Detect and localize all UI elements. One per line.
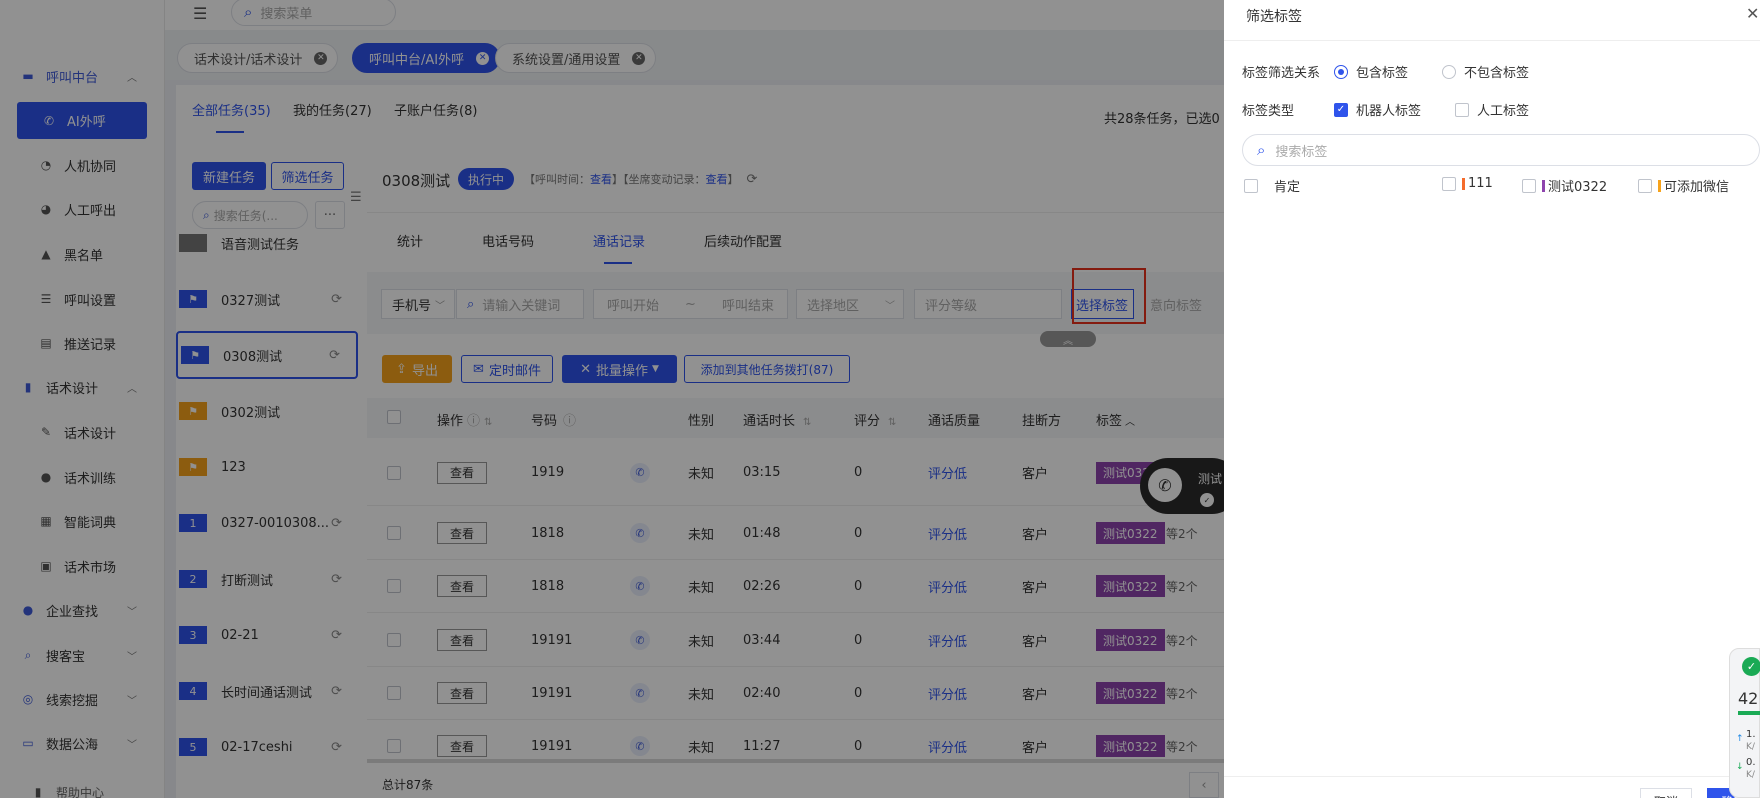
upload-speed: 1. (1746, 729, 1756, 740)
arrow-down-icon: ↓ (1736, 762, 1744, 772)
drawer-title: 筛选标签 (1246, 9, 1302, 25)
tag-checkbox[interactable] (1244, 178, 1258, 193)
drawer-footer-divider (1224, 776, 1760, 777)
download-speed: 0. (1746, 757, 1756, 768)
checkbox-robot-tag[interactable]: ✓ 机器人标签 (1334, 100, 1421, 119)
tag-option-wechat[interactable]: 可添加微信 (1638, 176, 1729, 195)
radio-include-dot[interactable] (1334, 64, 1348, 79)
upload-unit: K/ (1746, 742, 1755, 752)
tag-color-bar (1658, 179, 1661, 192)
drawer-divider (1224, 40, 1760, 41)
type-label: 标签类型 (1242, 104, 1295, 119)
tag-color-bar (1542, 179, 1545, 192)
arrow-up-icon: ↑ (1736, 734, 1744, 744)
tag-checkbox[interactable] (1638, 178, 1652, 193)
radio-exclude-dot[interactable] (1442, 64, 1456, 79)
manual-tag-box[interactable] (1455, 102, 1469, 117)
tag-option-test0322[interactable]: 测试0322 (1522, 176, 1607, 195)
speed-value: 42 (1738, 689, 1759, 708)
network-speed-widget[interactable]: ✓ 42 1. ↑ K/ 0. ↓ K/ (1729, 648, 1760, 798)
tag-option-111[interactable]: 111 (1442, 176, 1493, 191)
radio-exclude[interactable]: 不包含标签 (1442, 62, 1529, 81)
tag-checkbox[interactable] (1442, 176, 1456, 191)
cancel-button[interactable]: 取消 (1640, 788, 1692, 798)
shield-check-icon: ✓ (1742, 657, 1760, 676)
tag-option-affirm[interactable]: 肯定 (1244, 176, 1300, 195)
download-unit: K/ (1746, 770, 1755, 780)
close-icon[interactable]: ✕ (1746, 4, 1759, 23)
relation-label: 标签筛选关系 (1242, 66, 1321, 81)
modal-overlay[interactable] (0, 0, 1224, 798)
checkbox-manual-tag[interactable]: 人工标签 (1455, 100, 1529, 119)
tag-filter-drawer: 筛选标签 ✕ 标签筛选关系 包含标签 不包含标签 标签类型 ✓ 机器人标签 人工标… (1224, 0, 1760, 798)
check-icon[interactable]: ✓ (1334, 102, 1348, 117)
tag-color-bar (1462, 177, 1465, 190)
speed-bar (1738, 711, 1760, 715)
radio-include[interactable]: 包含标签 (1334, 62, 1408, 81)
tag-checkbox[interactable] (1522, 178, 1536, 193)
tag-search-input[interactable]: ⌕ 搜索标签 (1242, 134, 1760, 166)
search-icon: ⌕ (1257, 141, 1266, 159)
